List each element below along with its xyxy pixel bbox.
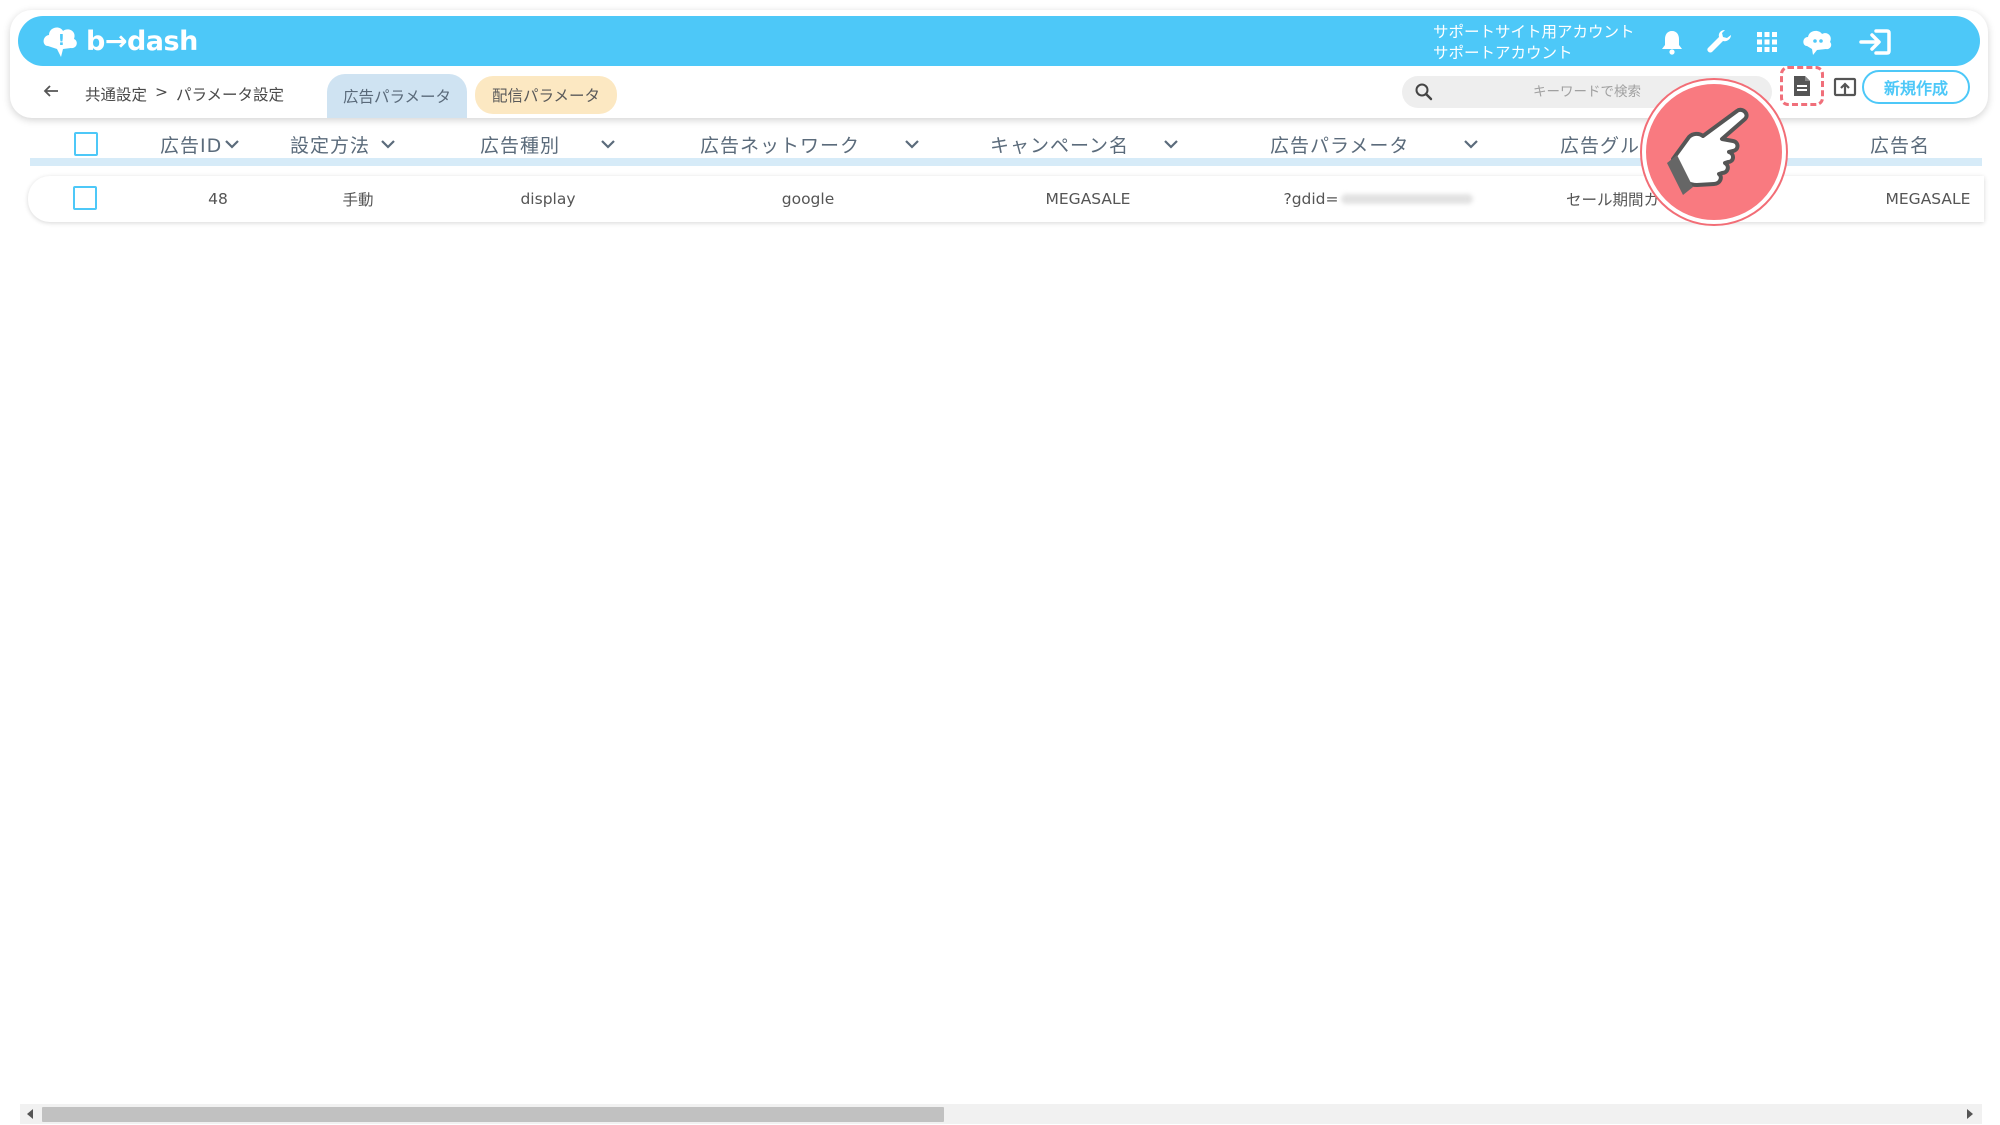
row-checkbox[interactable] — [73, 186, 97, 210]
column-header-label: 広告名 — [1870, 134, 1931, 157]
tab-ad-parameters[interactable]: 広告パラメータ — [327, 74, 467, 118]
cell-ad-parameter: ?gdid= — [1243, 176, 1513, 222]
assistant-icon[interactable] — [1800, 26, 1834, 58]
svg-text:!: ! — [58, 31, 65, 49]
breadcrumb-current: パラメータ設定 — [176, 86, 285, 104]
column-header-method[interactable]: 設定方法 — [290, 130, 396, 158]
tab-distribution-parameters[interactable]: 配信パラメータ — [475, 76, 617, 114]
cell-campaign: MEGASALE — [1045, 190, 1131, 208]
cell-ad-parameter-text: ?gdid= — [1283, 190, 1339, 208]
cell-ad-id: 48 — [208, 190, 228, 208]
new-create-button[interactable]: 新規作成 — [1862, 70, 1970, 104]
wrench-icon[interactable] — [1702, 26, 1736, 58]
hand-pointer-icon — [1642, 80, 1786, 224]
scrollbar-thumb[interactable] — [42, 1107, 944, 1122]
cell-network: google — [781, 190, 835, 208]
back-arrow-icon[interactable] — [38, 78, 64, 104]
column-header-ad-name[interactable]: 広告名 — [1870, 130, 1930, 158]
column-header-ad-group[interactable]: 広告グル — [1560, 130, 1640, 158]
scroll-right-icon[interactable] — [1964, 1108, 1976, 1120]
column-header-label: 広告ネットワーク — [700, 134, 861, 157]
chevron-down-icon — [905, 140, 919, 149]
column-header-campaign[interactable]: キャンペーン名 — [990, 130, 1179, 158]
account-info[interactable]: サポートサイト用アカウント サポートアカウント — [1433, 22, 1635, 64]
redacted-value — [1340, 194, 1473, 204]
breadcrumb-separator: > — [155, 83, 169, 101]
account-sub: サポートアカウント — [1433, 44, 1573, 62]
top-navigation-bar: ! b→dash サポートサイト用アカウント サポートアカウント — [18, 16, 1980, 66]
column-header-label: 広告パラメータ — [1270, 134, 1410, 157]
column-header-label: 広告ID — [160, 134, 223, 157]
cell-method: 手動 — [342, 191, 374, 209]
cell-ad-type: display — [520, 190, 576, 208]
grid-icon[interactable] — [1750, 26, 1784, 58]
column-header-ad-parameter[interactable]: 広告パラメータ — [1270, 130, 1479, 158]
breadcrumb-parent[interactable]: 共通設定 — [85, 83, 147, 105]
column-header-label: 広告グル — [1560, 134, 1641, 157]
chevron-down-icon — [1164, 140, 1178, 149]
upload-icon[interactable] — [1830, 72, 1860, 102]
chevron-down-icon — [601, 140, 615, 149]
column-header-label: キャンペーン名 — [990, 134, 1130, 157]
column-header-network[interactable]: 広告ネットワーク — [700, 130, 920, 158]
chevron-down-icon — [1464, 140, 1479, 149]
chevron-down-icon — [381, 140, 395, 149]
column-header-ad-type[interactable]: 広告種別 — [480, 130, 616, 158]
chevron-down-icon — [225, 140, 240, 149]
horizontal-scrollbar[interactable] — [20, 1104, 1982, 1124]
column-header-label: 広告種別 — [480, 134, 561, 157]
cell-ad-name: MEGASALE — [1885, 190, 1971, 208]
search-icon — [1414, 82, 1434, 102]
scroll-left-icon[interactable] — [24, 1108, 36, 1120]
logo-cloud-icon: ! — [43, 27, 77, 57]
select-all-checkbox[interactable] — [74, 132, 98, 156]
account-name: サポートサイト用アカウント — [1433, 23, 1635, 41]
column-header-ad-id[interactable]: 広告ID — [160, 130, 240, 158]
bdash-logo[interactable]: ! b→dash — [40, 20, 198, 62]
logo-text: b→dash — [86, 25, 198, 57]
logout-icon[interactable] — [1858, 26, 1892, 58]
column-header-label: 設定方法 — [290, 134, 371, 157]
bell-icon[interactable] — [1655, 26, 1689, 58]
csv-download-icon[interactable] — [1780, 66, 1824, 106]
breadcrumb: 共通設定 > パラメータ設定 — [85, 83, 284, 105]
